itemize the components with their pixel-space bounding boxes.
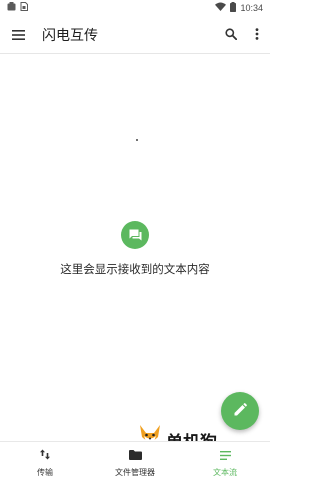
empty-state-message: 这里会显示接收到的文本内容	[60, 262, 210, 276]
nav-item-transfer[interactable]: 传输	[0, 442, 90, 480]
nav-item-file-manager[interactable]: 文件管理器	[90, 442, 180, 480]
text-stream-content: 这里会显示接收到的文本内容	[0, 55, 270, 441]
menu-button[interactable]	[0, 16, 36, 54]
nav-label-text-stream: 文本流	[213, 467, 237, 477]
text-lines-icon	[219, 445, 231, 464]
chat-icon	[129, 226, 142, 245]
status-bar: 10:34	[0, 0, 270, 16]
app-actions	[218, 16, 270, 54]
wifi-icon	[215, 2, 227, 14]
app-title: 闪电互传	[42, 27, 98, 44]
more-vert-icon	[255, 25, 259, 44]
loading-dot	[136, 139, 138, 141]
nav-item-text-stream[interactable]: 文本流	[180, 442, 270, 480]
sim-card-icon	[20, 2, 28, 14]
search-icon	[225, 25, 238, 44]
compose-fab[interactable]	[221, 392, 259, 430]
status-time: 10:34	[240, 3, 263, 13]
status-left	[7, 2, 28, 14]
edit-pencil-icon	[233, 402, 247, 421]
menu-icon	[11, 25, 25, 44]
empty-state-badge	[121, 221, 149, 249]
notification-app-icon	[7, 2, 16, 14]
nav-label-file-manager: 文件管理器	[115, 467, 155, 477]
status-right: 10:34	[215, 1, 263, 15]
battery-icon	[230, 1, 237, 15]
search-button[interactable]	[218, 16, 244, 54]
nav-label-transfer: 传输	[37, 467, 53, 477]
bottom-navigation: 传输 文件管理器 文本流	[0, 441, 270, 480]
folder-icon	[128, 445, 142, 464]
more-options-button[interactable]	[244, 16, 270, 54]
transfer-arrows-icon	[40, 445, 50, 464]
app-bar: 闪电互传	[0, 16, 270, 54]
